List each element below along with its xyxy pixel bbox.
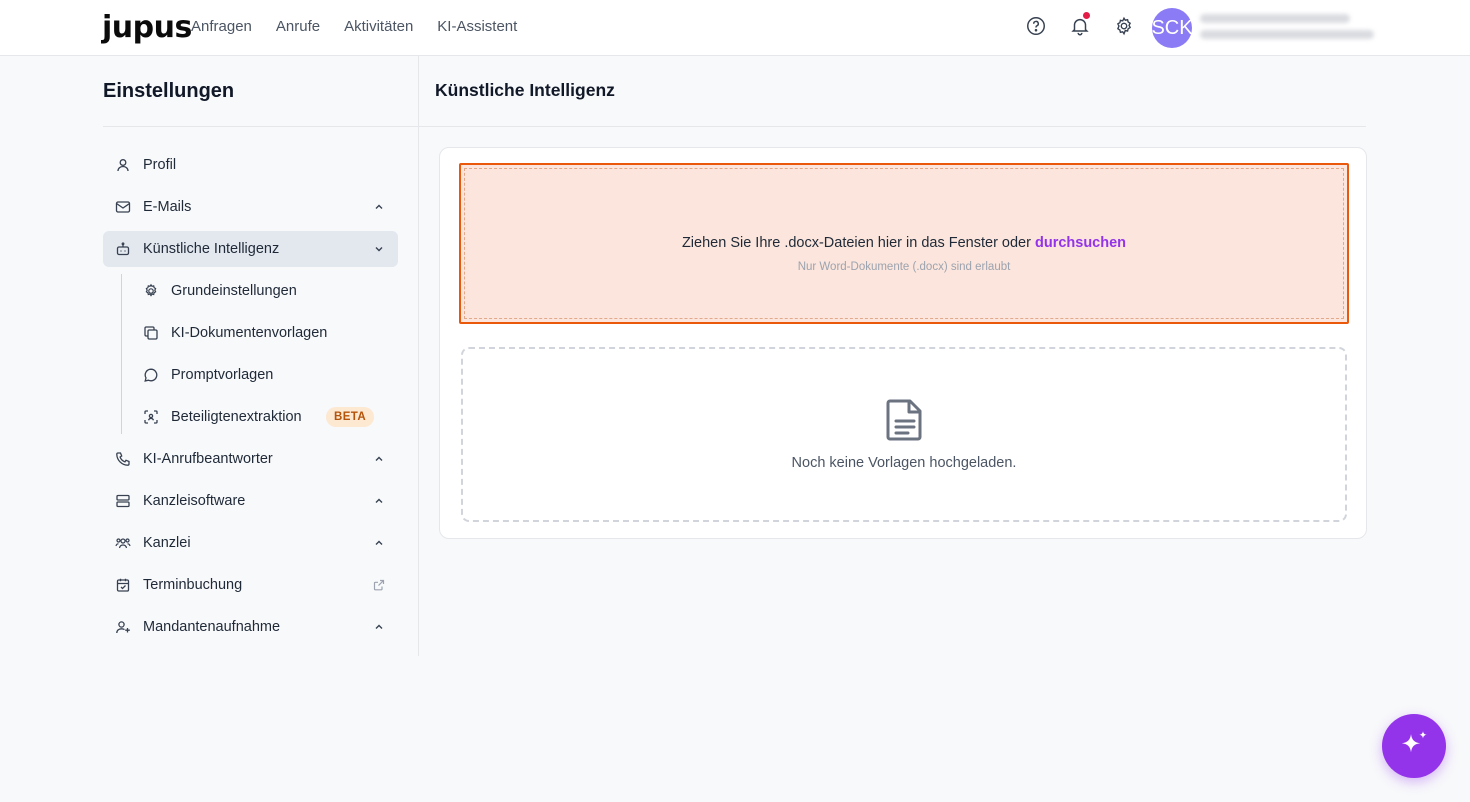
sidebar-subitem-label: Grundeinstellungen <box>171 283 297 299</box>
sidebar-item-label: Profil <box>143 157 177 173</box>
divider <box>103 126 418 127</box>
gear-icon <box>143 283 159 299</box>
chevron-up-icon[interactable] <box>372 452 386 466</box>
sidebar-subitem-ki-dokumentenvorlagen[interactable]: KI-Dokumentenvorlagen <box>131 315 398 351</box>
dropzone-hint: Nur Word-Dokumente (.docx) sind erlaubt <box>797 261 1011 273</box>
sidebar-subitem-promptvorlagen[interactable]: Promptvorlagen <box>131 357 398 393</box>
sidebar-subitem-grundeinstellungen[interactable]: Grundeinstellungen <box>131 273 398 309</box>
bot-icon <box>115 241 131 257</box>
sidebar-item-label: Mandantenaufnahme <box>143 619 281 635</box>
external-link-icon[interactable] <box>372 578 386 592</box>
server-icon <box>115 493 131 509</box>
submenu-line <box>121 274 122 434</box>
sparkle-icon <box>1401 731 1427 753</box>
divider <box>419 126 1366 127</box>
sidebar-item-label: E-Mails <box>143 199 192 215</box>
nav-anrufe[interactable]: Anrufe <box>276 18 320 35</box>
scan-user-icon <box>143 409 159 425</box>
help-icon[interactable] <box>1024 14 1048 38</box>
sidebar-item-label: Kanzleisoftware <box>143 493 246 509</box>
user-plus-icon <box>115 619 131 635</box>
empty-state-text: Noch keine Vorlagen hochgeladen. <box>791 455 1017 471</box>
dropzone-text: Ziehen Sie Ihre .docx-Dateien hier in da… <box>461 235 1347 251</box>
page-title: Künstliche Intelligenz <box>435 80 615 100</box>
templates-card: Ziehen Sie Ihre .docx-Dateien hier in da… <box>439 147 1367 539</box>
sidebar-item-mandantenaufnahme[interactable]: Mandantenaufnahme <box>103 609 398 645</box>
avatar[interactable]: SCK <box>1151 8 1193 48</box>
beta-badge: BETA <box>326 407 375 427</box>
sidebar-item-label: Künstliche Intelligenz <box>143 241 280 257</box>
top-navbar: jupus Anfragen Anrufe Aktivitäten KI-Ass… <box>0 0 1470 56</box>
gear-icon[interactable] <box>1112 14 1136 38</box>
dropzone-instruction: Ziehen Sie Ihre .docx-Dateien hier in da… <box>681 235 1035 251</box>
sidebar-subitem-label: KI-Dokumentenvorlagen <box>171 325 328 341</box>
sidebar-title: Einstellungen <box>103 80 235 102</box>
browse-link[interactable]: durchsuchen <box>1035 235 1126 251</box>
sidebar-item-kanzlei[interactable]: Kanzlei <box>103 525 398 561</box>
user-icon <box>115 157 131 173</box>
chat-icon <box>143 367 159 383</box>
chevron-up-icon[interactable] <box>372 494 386 508</box>
users-icon <box>115 535 131 551</box>
sidebar-item-terminbuchung[interactable]: Terminbuchung <box>103 567 398 603</box>
sidebar-subitem-label: Promptvorlagen <box>171 367 274 383</box>
main-nav: Anfragen Anrufe Aktivitäten KI-Assistent <box>191 18 541 35</box>
nav-aktivitaeten[interactable]: Aktivitäten <box>344 18 413 35</box>
chevron-up-icon[interactable] <box>372 536 386 550</box>
sidebar-item-label: KI-Anrufbeantworter <box>143 451 273 467</box>
sidebar-item-ki-anrufbeantworter[interactable]: KI-Anrufbeantworter <box>103 441 398 477</box>
bell-icon[interactable] <box>1068 12 1092 38</box>
sidebar-subitem-beteiligtenextraktion[interactable]: Beteiligtenextraktion BETA <box>131 399 398 435</box>
empty-state: Noch keine Vorlagen hochgeladen. <box>461 347 1347 522</box>
copy-icon <box>143 325 159 341</box>
file-dropzone[interactable]: Ziehen Sie Ihre .docx-Dateien hier in da… <box>459 163 1349 324</box>
chevron-down-icon[interactable] <box>372 242 386 256</box>
sidebar-subitem-label: Beteiligtenextraktion <box>171 409 302 425</box>
user-info-redacted[interactable] <box>1200 14 1374 44</box>
nav-ki-assistent[interactable]: KI-Assistent <box>437 18 517 35</box>
mail-icon <box>115 199 131 215</box>
header-actions <box>1024 12 1156 38</box>
sidebar-item-profil[interactable]: Profil <box>103 147 398 183</box>
ai-assistant-fab[interactable] <box>1382 714 1446 778</box>
document-icon <box>886 399 922 441</box>
sidebar-item-label: Kanzlei <box>143 535 191 551</box>
sidebar-item-label: Terminbuchung <box>143 577 243 593</box>
logo[interactable]: jupus <box>102 10 192 45</box>
sidebar-item-emails[interactable]: E-Mails <box>103 189 398 225</box>
sidebar-item-kanzleisoftware[interactable]: Kanzleisoftware <box>103 483 398 519</box>
settings-sidebar: Einstellungen Profil E-Mails Künstliche … <box>103 56 419 656</box>
phone-icon <box>115 451 131 467</box>
sidebar-item-kuenstliche-intelligenz[interactable]: Künstliche Intelligenz <box>103 231 398 267</box>
notification-dot <box>1083 12 1090 19</box>
nav-anfragen[interactable]: Anfragen <box>191 18 252 35</box>
calendar-check-icon <box>115 577 131 593</box>
chevron-up-icon[interactable] <box>372 200 386 214</box>
chevron-up-icon[interactable] <box>372 620 386 634</box>
